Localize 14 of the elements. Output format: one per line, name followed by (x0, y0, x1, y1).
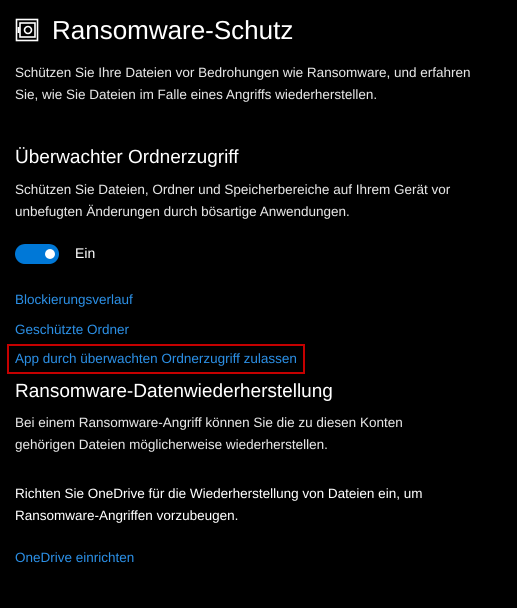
page-description: Schützen Sie Ihre Dateien vor Bedrohungen wie Ransomware, und erfahren Sie, wie Sie Dateien im Falle eines Angriffs wiederherstellen. (15, 64, 472, 104)
link[interactable]: Geschützte Ordner (15, 320, 130, 340)
section-description: Bei einem Ransomware-Angriff können Sie die zu diesen Konten gehörigen Dateien möglicherweise wiederherstellen. (15, 414, 404, 454)
safe-icon (15, 18, 39, 42)
section-description: Schützen Sie Dateien, Ordner und Speicherbereiche auf Ihrem Gerät vor unbefugten Änderungen durch bösartige Anwendungen. (15, 181, 452, 221)
toggle-switch[interactable] (15, 244, 59, 264)
toggle-label: Ein (75, 244, 96, 263)
section-title: Ransomware-Datenwiederherstellung (15, 380, 334, 404)
link[interactable]: App durch überwachten Ordnerzugriff zulassen (7, 344, 305, 374)
onedrive-note: Richten Sie OneDrive für die Wiederherstellung von Dateien ein, um Ransomware-Angriffen vorzubeugen. (15, 485, 424, 525)
link[interactable]: Blockierungsverlauf (15, 290, 133, 310)
link[interactable]: OneDrive einrichten (15, 548, 134, 568)
section-title: Überwachter Ordnerzugriff (15, 146, 240, 170)
page-title: Ransomware-Schutz (52, 14, 294, 47)
